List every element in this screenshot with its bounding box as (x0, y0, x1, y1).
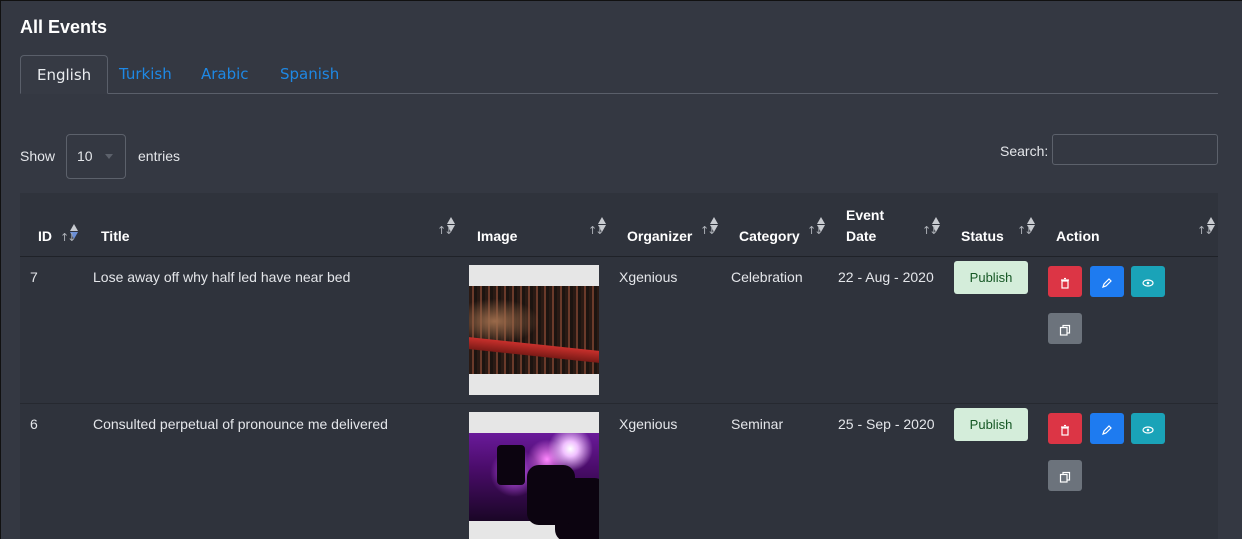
sort-icon[interactable]: ↑↓ (437, 217, 455, 239)
cell-title: Lose away off why half led have near bed (93, 269, 351, 285)
sort-icon[interactable]: ↑↓ (1017, 217, 1035, 239)
cell-title: Consulted perpetual of pronounce me deli… (93, 416, 388, 432)
copy-icon (1059, 471, 1071, 483)
sort-icon[interactable]: ↑↓ (922, 217, 940, 239)
column-header-category[interactable]: Category (739, 228, 800, 245)
events-table: ID ↑↓ Title ↑↓ Image ↑↓ Organizer ↑↓ Cat… (20, 193, 1218, 539)
show-label: Show (20, 148, 56, 164)
column-header-event-date-line2: Date (846, 228, 877, 244)
column-header-status[interactable]: Status (961, 228, 1004, 245)
column-header-image[interactable]: Image (477, 228, 517, 245)
cell-event-date: 25 - Sep - 2020 (838, 416, 935, 432)
table-header: ID ↑↓ Title ↑↓ Image ↑↓ Organizer ↑↓ Cat… (20, 193, 1218, 257)
pencil-icon (1102, 277, 1112, 288)
table-row: 6 Consulted perpetual of pronounce me de… (20, 404, 1218, 539)
copy-button[interactable] (1048, 460, 1082, 491)
chevron-down-icon (105, 154, 113, 159)
column-header-organizer[interactable]: Organizer (627, 228, 692, 245)
trash-icon (1061, 277, 1069, 289)
sort-icon[interactable]: ↑↓ (807, 217, 825, 239)
copy-icon (1059, 324, 1071, 336)
trash-icon (1061, 424, 1069, 436)
column-header-id[interactable]: ID (38, 228, 52, 245)
pencil-icon (1102, 424, 1112, 435)
event-image (469, 265, 599, 395)
sort-icon[interactable]: ↑↓ (700, 217, 718, 239)
edit-button[interactable] (1090, 266, 1124, 297)
page-title: All Events (20, 17, 108, 37)
cell-organizer: Xgenious (619, 416, 678, 432)
entries-label: entries (138, 148, 181, 164)
tab-spanish[interactable]: Spanish (264, 55, 355, 94)
cell-id: 7 (30, 269, 38, 285)
language-tabs: English Turkish Arabic Spanish (20, 55, 1218, 94)
events-panel: All Events English Turkish Arabic Spanis… (0, 0, 1242, 539)
edit-button[interactable] (1090, 413, 1124, 444)
eye-icon (1142, 425, 1154, 434)
column-header-event-date-line1: Event (846, 207, 885, 223)
event-image (469, 412, 599, 539)
column-header-event-date[interactable]: Event Date (846, 207, 884, 245)
tab-arabic[interactable]: Arabic (185, 55, 265, 94)
view-button[interactable] (1131, 413, 1165, 444)
sort-icon[interactable]: ↑↓ (588, 217, 606, 239)
sort-icon[interactable]: ↑↓ (1197, 217, 1215, 239)
view-button[interactable] (1131, 266, 1165, 297)
cell-category: Celebration (731, 269, 803, 285)
status-badge: Publish (954, 261, 1028, 294)
delete-button[interactable] (1048, 413, 1082, 444)
copy-button[interactable] (1048, 313, 1082, 344)
search-input[interactable] (1052, 134, 1218, 165)
status-badge: Publish (954, 408, 1028, 441)
column-header-title[interactable]: Title (101, 228, 130, 245)
cell-id: 6 (30, 416, 38, 432)
eye-icon (1142, 278, 1154, 287)
sort-icon[interactable]: ↑↓ (60, 224, 78, 246)
search-label: Search: (1000, 143, 1049, 159)
tab-turkish[interactable]: Turkish (103, 55, 188, 94)
cell-category: Seminar (731, 416, 784, 432)
column-header-action: Action (1056, 228, 1100, 244)
tab-english[interactable]: English (20, 55, 109, 94)
table-row: 7 Lose away off why half led have near b… (20, 257, 1218, 404)
cell-event-date: 22 - Aug - 2020 (838, 269, 934, 285)
entries-select-value: 10 (77, 148, 93, 164)
delete-button[interactable] (1048, 266, 1082, 297)
cell-organizer: Xgenious (619, 269, 678, 285)
entries-select[interactable]: 10 (66, 134, 126, 179)
